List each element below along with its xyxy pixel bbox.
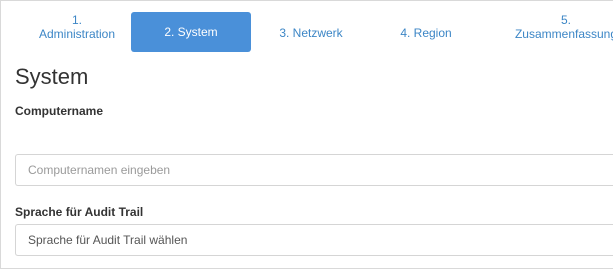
computername-input[interactable] [15, 154, 613, 186]
step-system-active[interactable]: 2. System [131, 12, 251, 52]
step-label: 2. System [164, 25, 218, 39]
step-label: 3. Netzwerk [279, 26, 343, 40]
step-region[interactable]: 4. Region [383, 13, 469, 53]
sprache-select-value: Sprache für Audit Trail wählen [28, 233, 188, 247]
page-title: System [15, 64, 89, 89]
computername-label: Computername [15, 104, 104, 118]
step-number: 1. [71, 13, 82, 27]
step-netzwerk[interactable]: 3. Netzwerk [259, 13, 363, 53]
step-zusammenfassung[interactable]: 5. Zusammenfassung [491, 13, 613, 53]
sprache-label: Sprache für Audit Trail [15, 205, 144, 219]
step-number: 5. [560, 13, 571, 27]
step-label: Zusammenfassung [514, 27, 613, 41]
wizard-steps: 1. Administration 2. System 3. Netzwerk … [1, 1, 613, 59]
wizard-panel: 1. Administration 2. System 3. Netzwerk … [0, 0, 613, 269]
step-label: 4. Region [400, 26, 452, 40]
step-label: Administration [38, 27, 116, 41]
sprache-select[interactable]: Sprache für Audit Trail wählen [15, 224, 613, 256]
step-administration[interactable]: 1. Administration [15, 13, 139, 53]
